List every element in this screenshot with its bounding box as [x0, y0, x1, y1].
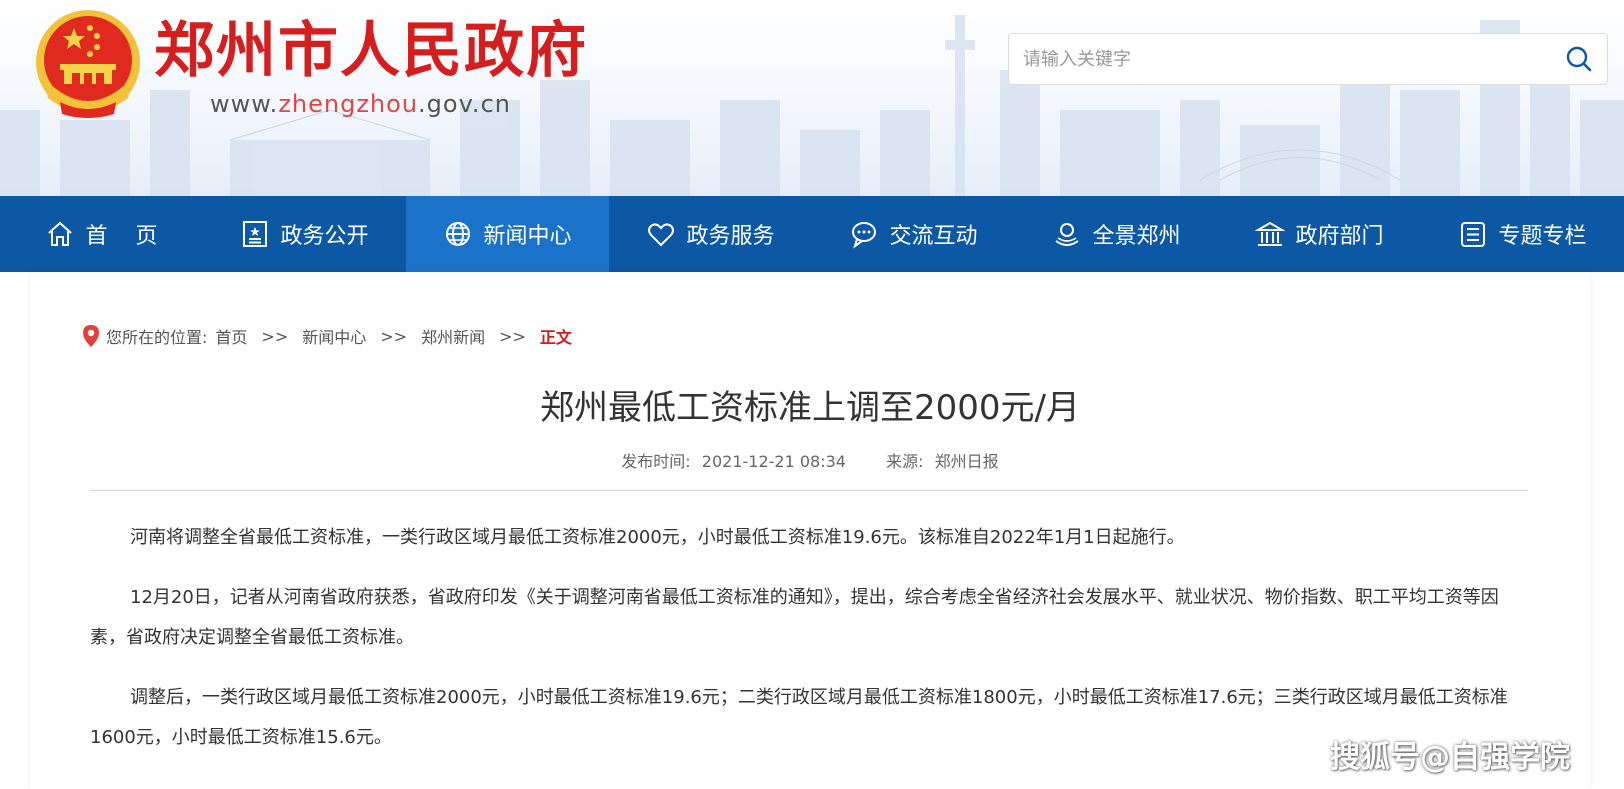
breadcrumb-separator: >>: [499, 326, 526, 346]
site-url-prefix: www.: [210, 90, 279, 118]
sohu-watermark: 搜狐号@自强学院: [1330, 740, 1570, 775]
heart-icon: [648, 223, 675, 247]
nav-item-label: 专题专栏: [1498, 224, 1587, 249]
nav-item-special-topics[interactable]: 专题专栏: [1421, 196, 1624, 272]
breadcrumb-news-center-link[interactable]: 新闻中心: [302, 324, 366, 348]
globe-icon: [446, 222, 471, 246]
breadcrumb: 您所在的位置: 首页 >> 新闻中心 >> 郑州新闻 >> 正文: [82, 324, 572, 348]
article-meta: 发布时间: 2021-12-21 08:34 来源: 郑州日报: [30, 448, 1590, 472]
search-button[interactable]: [1551, 34, 1607, 84]
nav-item-label: 首页: [85, 224, 186, 249]
site-title: 郑州市人民政府: [154, 16, 588, 86]
nav-item-label: 政务公开: [280, 224, 369, 249]
home-icon: [48, 221, 73, 246]
search-input[interactable]: [1023, 34, 1523, 84]
nav-item-label: 政务服务: [686, 224, 775, 249]
breadcrumb-current: 正文: [539, 328, 572, 347]
article-paragraph: 河南将调整全省最低工资标准，一类行政区域月最低工资标准2000元，小时最低工资标…: [130, 527, 1185, 548]
nav-item-label: 政府部门: [1295, 224, 1384, 249]
search-box: [1008, 33, 1608, 85]
breadcrumb-home-link[interactable]: 首页: [215, 324, 247, 348]
article-body: 河南将调整全省最低工资标准，一类行政区域月最低工资标准2000元，小时最低工资标…: [90, 518, 1530, 778]
nav-item-government-services[interactable]: 政务服务: [609, 196, 812, 272]
nav-item-label: 交流互动: [889, 224, 978, 249]
article-paragraph: 调整后，一类行政区域月最低工资标准2000元，小时最低工资标准19.6元；二类行…: [90, 687, 1508, 748]
publish-time: 2021-12-21 08:34: [701, 452, 846, 471]
source-label: 来源:: [886, 452, 924, 471]
location-pin-icon: [83, 325, 99, 347]
site-header: 郑州市人民政府 www.zhengzhou.gov.cn: [0, 0, 1624, 196]
chat-icon: [852, 222, 877, 249]
list-icon: [1461, 222, 1486, 247]
nav-item-label: 新闻中心: [483, 224, 572, 249]
main-nav: 首页 政务公开 新闻中心 政务服务 交流互动 全景郑州 政府部门 专题专栏: [0, 196, 1624, 272]
nav-item-news-center[interactable]: 新闻中心: [406, 196, 609, 272]
nav-item-label: 全景郑州: [1092, 224, 1181, 249]
source-value: 郑州日报: [934, 452, 999, 471]
national-emblem-logo: [36, 10, 140, 118]
panorama-icon: [1055, 223, 1080, 246]
article-paragraph: 12月20日，记者从河南省政府获悉，省政府印发《关于调整河南省最低工资标准的通知…: [90, 587, 1499, 648]
breadcrumb-separator: >>: [261, 326, 289, 346]
site-url: www.zhengzhou.gov.cn: [210, 90, 511, 118]
site-url-suffix: .gov.cn: [418, 90, 511, 118]
title-divider: [90, 490, 1528, 491]
nav-item-departments[interactable]: 政府部门: [1218, 196, 1421, 272]
building-icon: [1255, 221, 1286, 246]
nav-item-government-affairs[interactable]: 政务公开: [203, 196, 406, 272]
breadcrumb-separator: >>: [380, 326, 408, 346]
article-container: 您所在的位置: 首页 >> 新闻中心 >> 郑州新闻 >> 正文 郑州最低工资标…: [30, 272, 1590, 789]
search-icon: [1566, 46, 1592, 72]
site-url-highlight: zhengzhou: [278, 90, 419, 118]
document-icon: [243, 221, 268, 247]
publish-time-label: 发布时间:: [621, 452, 691, 471]
nav-item-panorama[interactable]: 全景郑州: [1015, 196, 1218, 272]
nav-item-interaction[interactable]: 交流互动: [812, 196, 1015, 272]
nav-item-home[interactable]: 首页: [0, 196, 203, 272]
breadcrumb-zhengzhou-news-link[interactable]: 郑州新闻: [421, 324, 485, 348]
article-title: 郑州最低工资标准上调至2000元/月: [540, 388, 1080, 428]
breadcrumb-prefix: 您所在的位置:: [106, 328, 208, 347]
